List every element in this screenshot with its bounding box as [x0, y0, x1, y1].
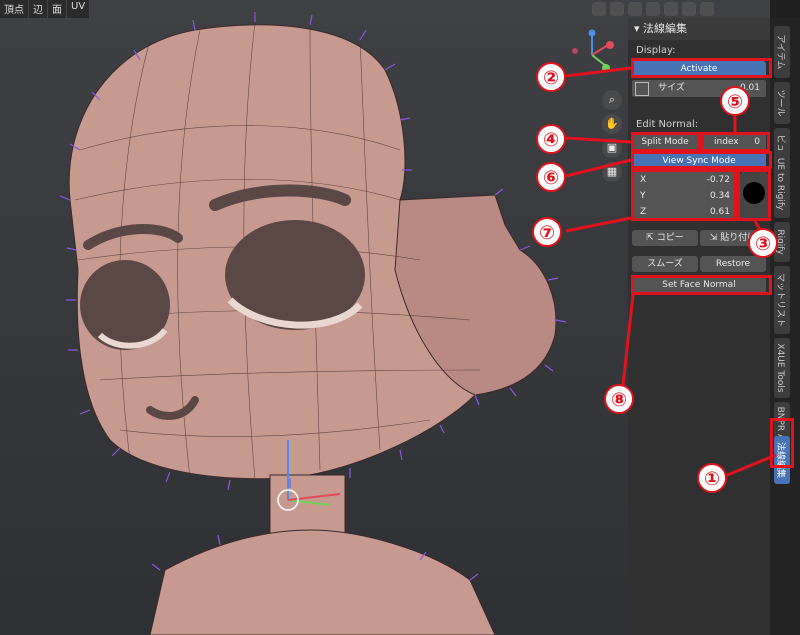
annotation-connectors — [565, 66, 777, 480]
annotation-3: ③ — [748, 228, 778, 258]
annotation-5: ⑤ — [720, 86, 750, 116]
annotation-7: ⑦ — [532, 217, 562, 247]
annotation-1: ① — [697, 463, 727, 493]
annotation-4: ④ — [536, 124, 566, 154]
annotation-6: ⑥ — [536, 162, 566, 192]
annotation-2: ② — [536, 62, 566, 92]
annotation-8: ⑧ — [604, 384, 634, 414]
